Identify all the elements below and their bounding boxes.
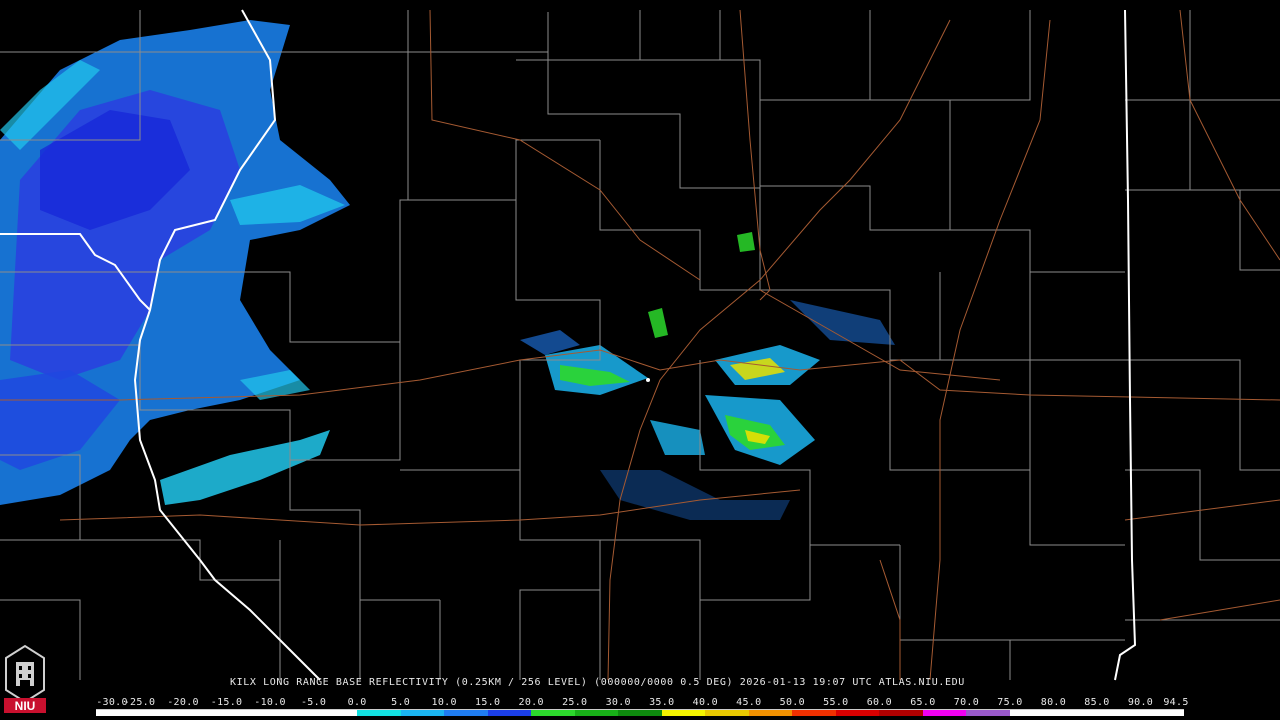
scale-label: 75.0 [997, 697, 1023, 708]
color-bar-segment [139, 710, 184, 716]
product-caption: KILX LONG RANGE BASE REFLECTIVITY (0.25K… [230, 677, 965, 688]
scale-label: 20.0 [518, 697, 544, 708]
color-bar-segment [1140, 710, 1184, 716]
color-bar-segment [531, 710, 575, 716]
color-bar-segment [661, 710, 706, 716]
scale-label: 40.0 [692, 697, 718, 708]
scale-label: 5.0 [391, 697, 411, 708]
color-bar-segment [1053, 710, 1097, 716]
scale-label: 85.0 [1084, 697, 1110, 708]
reflectivity-scale-labels: -30.0 -25.0 -20.0 -15.0 -10.0 -5.0 0.0 5.0 10.0 1… [96, 697, 1196, 709]
scale-label: 55.0 [823, 697, 849, 708]
scale-label: -10.0 [254, 697, 286, 708]
color-bar-segment [966, 710, 1010, 716]
scale-label: 80.0 [1040, 697, 1067, 708]
precipitation-echoes-west [0, 20, 350, 505]
precipitation-echoes-center [520, 232, 895, 520]
color-bar-segment [226, 710, 271, 716]
scale-label: 25.0 [562, 697, 588, 708]
scale-label: 65.0 [910, 697, 936, 708]
radar-map [0, 9, 1280, 681]
color-bar-segment [1096, 710, 1141, 716]
color-bar-segment [487, 710, 532, 716]
scale-label: 30.0 [605, 697, 631, 708]
color-bar-segment [270, 710, 314, 716]
color-bar-segment [748, 710, 793, 716]
scale-label: 94.5 [1163, 697, 1189, 708]
color-bar-segment [444, 710, 488, 716]
reflectivity-color-bar [96, 709, 1184, 716]
scale-label: -15.0 [210, 697, 243, 708]
color-bar-segment [835, 710, 880, 716]
radar-map-viewer: NIU KILX LONG RANGE BASE REFLECTIVITY (0… [0, 0, 1280, 720]
scale-label: -20.0 [167, 697, 199, 708]
color-bar-segment [313, 710, 358, 716]
scale-label: 60.0 [866, 697, 893, 708]
niu-logo: NIU [2, 644, 48, 716]
color-bar-segment [1009, 710, 1054, 716]
scale-label: 0.0 [347, 697, 367, 708]
scale-label: 90.0 [1127, 697, 1154, 708]
scale-label: 10.0 [431, 697, 457, 708]
scale-label: 15.0 [475, 697, 501, 708]
color-bar-segment [574, 710, 619, 716]
scale-label: 35.0 [649, 697, 675, 708]
color-bar-segment [618, 710, 662, 716]
scale-label: -5.0 [300, 697, 327, 708]
color-bar-segment [922, 710, 967, 716]
color-bar-segment [792, 710, 836, 716]
color-bar-segment [183, 710, 227, 716]
color-bar-segment [705, 710, 749, 716]
scale-label: 50.0 [779, 697, 805, 708]
logo-text: NIU [15, 699, 36, 713]
radar-site-marker [646, 378, 650, 382]
scale-label: 70.0 [953, 697, 980, 708]
color-bar-segment [400, 710, 445, 716]
scale-label: 45.0 [736, 697, 762, 708]
color-bar-segment [879, 710, 923, 716]
color-bar-segment [96, 710, 140, 716]
color-bar-segment [357, 710, 401, 716]
scale-label: -25.0 [123, 697, 156, 708]
